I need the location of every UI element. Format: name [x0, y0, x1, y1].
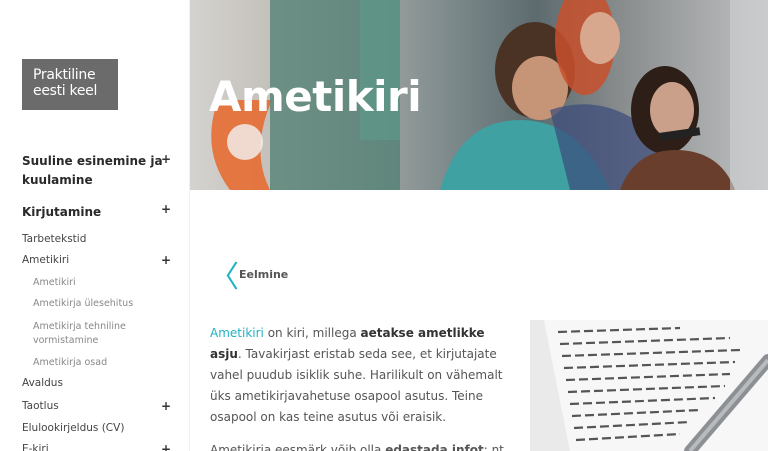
- logo-line-2: eesti keel: [33, 83, 98, 99]
- nav-item-kirjutamine[interactable]: Kirjutamine: [22, 203, 170, 222]
- nav-item-avaldus[interactable]: Avaldus: [22, 377, 170, 389]
- p1-text-a: on kiri, millega: [263, 326, 361, 340]
- nav-item-taotlus[interactable]: Taotlus: [22, 400, 170, 412]
- expand-plus-icon[interactable]: +: [161, 399, 171, 413]
- nav-item-tarbetekstid[interactable]: Tarbetekstid: [22, 233, 170, 245]
- nav-subitem-osad[interactable]: Ametikirja osad: [33, 356, 153, 370]
- letter-document-image: [530, 320, 768, 451]
- nav-item-ametikiri[interactable]: Ametikiri: [22, 254, 170, 266]
- nav-item-suuline-esinemine[interactable]: Suuline esinemine ja kuulamine: [22, 152, 170, 190]
- p2-text-b: : nt: [483, 443, 504, 451]
- expand-plus-icon[interactable]: +: [161, 152, 171, 166]
- nav-subitem-tehniline-vormistamine[interactable]: Ametikirja tehniline vormistamine: [33, 320, 153, 348]
- expand-plus-icon[interactable]: +: [161, 202, 171, 216]
- nav-subitem-ametikiri[interactable]: Ametikiri: [33, 276, 153, 290]
- p1-text-b: . Tavakirjast eristab seda see, et kirju…: [210, 347, 503, 424]
- page: Praktiline eesti keel Suuline esinemine …: [0, 0, 768, 451]
- logo-line-1: Praktiline: [33, 67, 96, 83]
- nav-item-e-kiri[interactable]: E-kiri: [22, 443, 170, 451]
- chevron-left-icon: 〈: [209, 260, 239, 295]
- page-title: Ametikiri: [209, 72, 422, 121]
- ametikiri-link[interactable]: Ametikiri: [210, 326, 264, 340]
- previous-link[interactable]: 〈 Eelmine: [209, 252, 288, 296]
- hero-banner: Ametikiri: [190, 0, 768, 190]
- intro-paragraph: Ametikiri on kiri, millega aetakse ametl…: [210, 323, 510, 428]
- p2-text-a: Ametikirja eesmärk võib olla: [210, 443, 386, 451]
- expand-plus-icon[interactable]: +: [161, 253, 171, 267]
- expand-plus-icon[interactable]: +: [161, 442, 171, 451]
- document-pen-image: [530, 320, 768, 451]
- nav-item-cv[interactable]: Elulookirjeldus (CV): [22, 422, 170, 434]
- site-logo[interactable]: Praktiline eesti keel: [22, 59, 118, 110]
- second-paragraph: Ametikirja eesmärk võib olla edastada in…: [210, 440, 510, 451]
- sidebar: Praktiline eesti keel Suuline esinemine …: [0, 0, 190, 451]
- p2-bold: edastada infot: [385, 443, 484, 451]
- previous-label: Eelmine: [239, 267, 289, 281]
- nav-subitem-ulesehitus[interactable]: Ametikirja ülesehitus: [33, 297, 153, 311]
